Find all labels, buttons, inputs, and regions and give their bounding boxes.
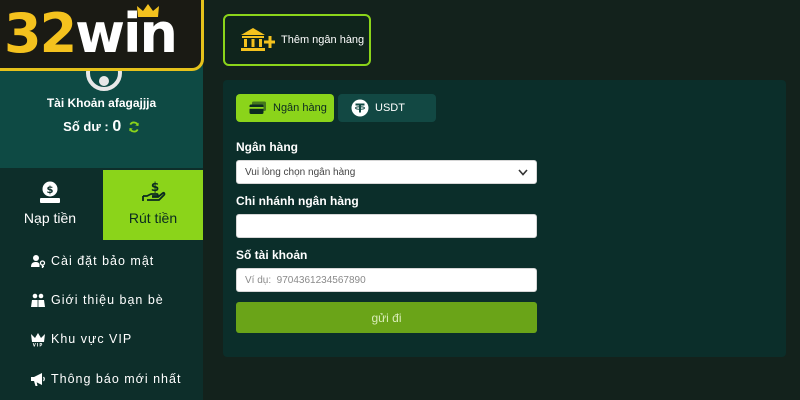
withdraw-tile[interactable]: $ Rút tiền <box>103 170 203 240</box>
bank-field-label: Ngân hàng <box>236 140 298 154</box>
menu-item-announcements[interactable]: Thông báo mới nhất <box>30 367 200 391</box>
tether-icon <box>351 99 369 117</box>
bank-select-value: Vui lòng chọn ngân hàng <box>245 166 356 178</box>
crown-icon <box>137 4 159 17</box>
account-number-input[interactable] <box>236 268 537 292</box>
menu-item-security[interactable]: Cài đặt bảo mật <box>30 249 200 273</box>
svg-text:$: $ <box>151 180 159 194</box>
menu-item-label: Giới thiệu bạn bè <box>51 293 164 307</box>
add-bank-label: Thêm ngân hàng <box>281 34 365 46</box>
tab-usdt-label: USDT <box>375 102 405 114</box>
megaphone-icon <box>31 373 45 386</box>
branch-input[interactable] <box>236 214 537 238</box>
svg-text:$: $ <box>47 185 54 196</box>
chevron-down-icon <box>518 168 528 176</box>
tab-bank-label: Ngân hàng <box>273 102 327 114</box>
bank-card-icon <box>249 101 266 114</box>
submit-button[interactable]: gửi đi <box>236 302 537 333</box>
account-number-field-label: Số tài khoản <box>236 248 308 262</box>
balance-value: 0 <box>112 118 122 135</box>
bank-select[interactable]: Vui lòng chọn ngân hàng <box>236 160 537 184</box>
withdraw-label: Rút tiền <box>128 210 178 226</box>
menu-item-label: Thông báo mới nhất <box>51 372 182 386</box>
user-key-icon <box>31 255 46 268</box>
add-bank-button[interactable]: Thêm ngân hàng <box>223 14 371 66</box>
svg-text:VIP: VIP <box>33 343 44 348</box>
tab-bank[interactable]: Ngân hàng <box>236 94 334 122</box>
logo-number: 32 <box>4 2 77 65</box>
branch-field-label: Chi nhánh ngân hàng <box>236 194 359 208</box>
brand-logo[interactable]: 32win <box>0 0 204 71</box>
deposit-label: Nạp tiền <box>23 210 77 226</box>
logo-word: win <box>75 2 178 65</box>
balance-row: Số dư : 0 <box>0 118 203 136</box>
vip-crown-icon: VIP <box>31 333 45 348</box>
refresh-icon[interactable] <box>128 121 140 133</box>
deposit-tile[interactable]: $ Nạp tiền <box>0 170 100 240</box>
menu-item-label: Cài đặt bảo mật <box>51 254 155 268</box>
withdraw-panel: Ngân hàng USDT Ngân hàng Vui lòng chọn n… <box>223 80 786 357</box>
bank-plus-icon <box>241 28 275 51</box>
menu-item-referral[interactable]: Giới thiệu bạn bè <box>30 288 200 312</box>
menu-item-vip[interactable]: VIP Khu vực VIP <box>30 327 200 351</box>
deposit-icon: $ <box>40 181 60 203</box>
friends-icon <box>31 293 45 307</box>
tab-usdt[interactable]: USDT <box>338 94 436 122</box>
menu-item-label: Khu vực VIP <box>51 332 133 346</box>
withdraw-hand-icon: $ <box>142 180 166 201</box>
account-name: Tài Khoản afagajjja <box>46 96 157 110</box>
sidebar: Tài Khoản afagajjja Số dư : 0 32win $ Nạ… <box>0 0 204 400</box>
balance-label: Số dư : <box>63 119 109 134</box>
